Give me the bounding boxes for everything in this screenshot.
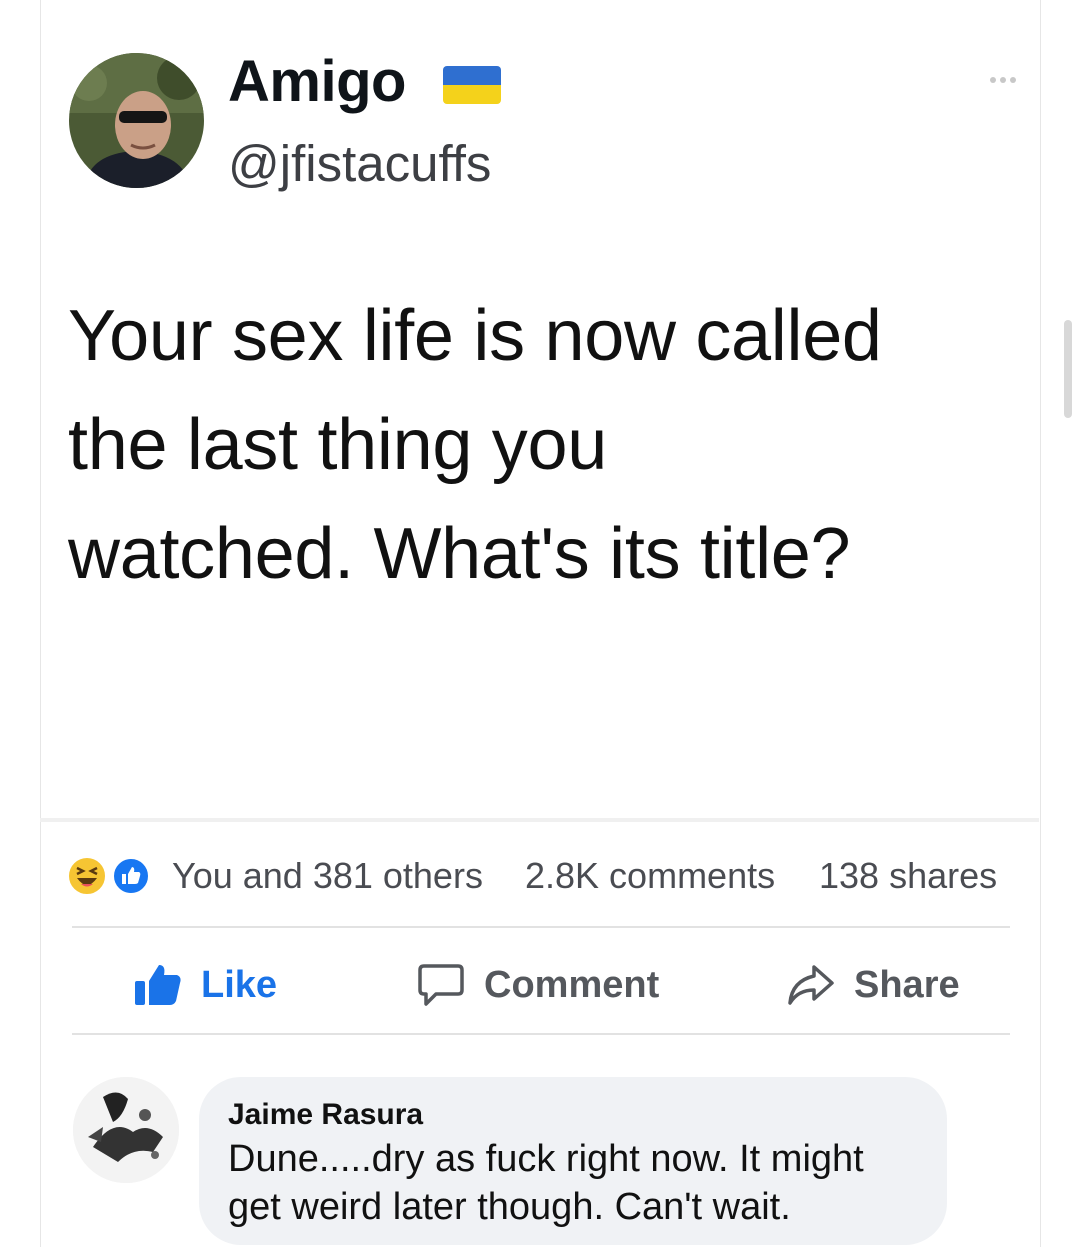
like-label: Like — [201, 963, 278, 1006]
tweet-text: Your sex life is now called the last thi… — [68, 282, 1018, 609]
like-button[interactable]: Like — [133, 960, 277, 1010]
thumbs-up-icon — [135, 965, 181, 1005]
tweet-text-line: Your sex life is now called — [68, 296, 882, 376]
comment-bubble: Jaime Rasura Dune.....dry as fuck right … — [199, 1077, 947, 1245]
comment-text: Dune.....dry as fuck right now. It might… — [228, 1135, 938, 1231]
tweet-text-line: the last thing you — [68, 405, 607, 485]
ukraine-flag-icon — [443, 66, 501, 104]
scrollbar[interactable] — [1064, 320, 1072, 418]
commenter-avatar[interactable] — [73, 1077, 179, 1183]
comment-label: Comment — [484, 963, 660, 1006]
like-reaction-icon — [111, 856, 151, 896]
share-label: Share — [854, 963, 960, 1006]
share-button[interactable]: Share — [786, 960, 960, 1010]
divider — [72, 1033, 1010, 1035]
comment-button[interactable]: Comment — [416, 960, 659, 1010]
tweet-text-line: watched. What's its title? — [68, 514, 851, 594]
author-handle[interactable]: @jfistacuffs — [228, 134, 491, 193]
shares-count[interactable]: 138 shares — [819, 855, 997, 897]
divider — [40, 818, 1039, 822]
commenter-name[interactable]: Jaime Rasura — [228, 1098, 423, 1132]
comments-count[interactable]: 2.8K comments — [525, 855, 775, 897]
reaction-summary-icons[interactable] — [67, 856, 159, 896]
post-card — [40, 0, 1041, 1247]
haha-reaction-icon — [67, 856, 107, 896]
comment-text-line: Dune.....dry as fuck right now. It might — [228, 1138, 864, 1180]
author-display-name[interactable]: Amigo — [228, 48, 406, 115]
comment-bubble-icon — [418, 964, 464, 1006]
divider — [72, 926, 1010, 928]
author-avatar[interactable] — [69, 53, 204, 188]
share-arrow-icon — [788, 965, 834, 1005]
comment-text-line: get weird later though. Can't wait. — [228, 1186, 791, 1228]
reactions-count[interactable]: You and 381 others — [172, 855, 483, 897]
more-dots-icon[interactable] — [990, 70, 1026, 90]
